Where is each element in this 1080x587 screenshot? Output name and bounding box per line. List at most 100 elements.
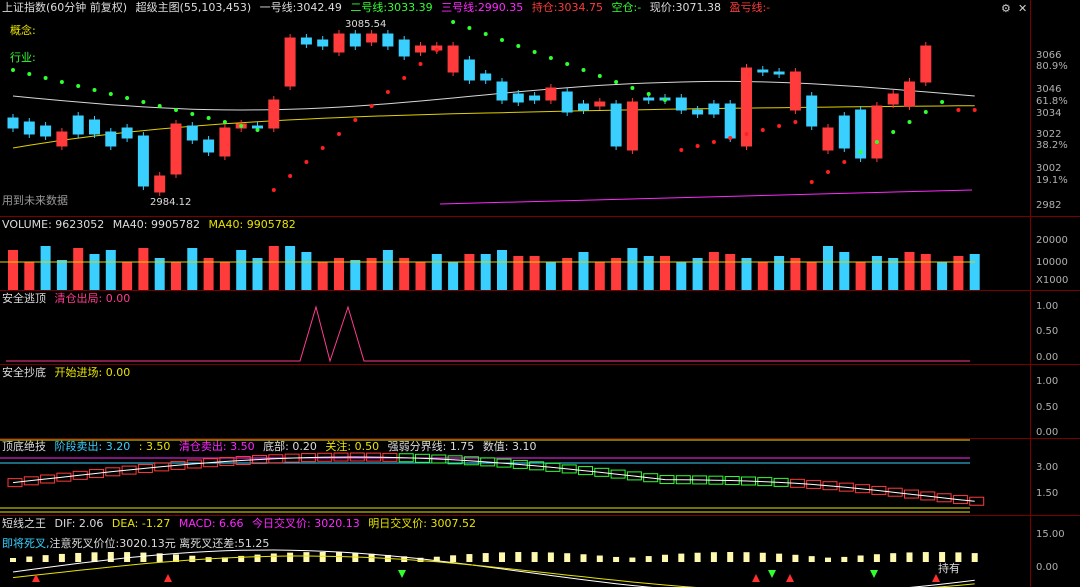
sar-dot — [108, 92, 113, 96]
candle — [561, 91, 573, 113]
y-label: 3034 — [1036, 108, 1062, 119]
volume-title: VOLUME: — [2, 218, 52, 231]
volume-bar — [823, 246, 833, 290]
y-label: 3046 — [1036, 84, 1062, 95]
sar-dot — [972, 108, 977, 112]
volume-value: 9623052 — [55, 218, 105, 231]
sar-dot — [467, 26, 472, 30]
volume-bar — [415, 262, 426, 290]
candle — [773, 71, 785, 75]
candle — [545, 87, 557, 101]
sar-dot — [907, 120, 912, 124]
topbottom-header: 顶底绝技 阶段卖出: 3.20 : 3.50 清仓卖出: 3.50 底部: 0.… — [2, 440, 542, 453]
candle — [105, 131, 117, 147]
close-icon[interactable]: ✕ — [1018, 2, 1027, 15]
settings-icon[interactable]: ⚙ — [1001, 2, 1011, 15]
main-candlestick-chart[interactable] — [0, 0, 1030, 216]
volume-bar — [236, 250, 247, 290]
macd-bar — [678, 553, 685, 562]
future-data-note: 用到未来数据 — [2, 194, 68, 207]
y-label: 3022 — [1036, 129, 1062, 140]
y-label: 15.00 — [1036, 529, 1065, 540]
volume-bar — [203, 258, 214, 290]
y-label: 3.00 — [1036, 462, 1059, 473]
volume-bar — [594, 262, 605, 290]
empty-value: - — [637, 1, 642, 14]
hold-label: 持仓: — [531, 1, 558, 14]
volume-bar — [920, 254, 931, 290]
macd-bar — [596, 555, 603, 562]
sar-dot — [679, 148, 684, 152]
macd-bar — [531, 552, 538, 562]
candle — [382, 33, 394, 47]
candle — [578, 103, 589, 111]
focus-label: 关注: — [325, 440, 352, 453]
volume-bar — [953, 256, 964, 290]
sar-dot — [434, 48, 439, 52]
sar-dot — [581, 68, 586, 72]
macd-bar — [613, 556, 620, 562]
sar-dot — [842, 160, 847, 164]
low-annotation: 2984.12 — [150, 197, 192, 208]
sar-dot — [891, 130, 896, 134]
candle — [56, 131, 68, 147]
sar-dot — [337, 132, 341, 136]
volume-bar — [888, 258, 899, 290]
volume-bar — [464, 254, 475, 290]
sar-dot — [777, 124, 782, 128]
safe-bottom-panel[interactable]: 安全抄底 开始进场: 0.00 1.00 0.50 0.00 — [0, 365, 1080, 438]
dif-value: 2.06 — [78, 517, 104, 530]
candle — [23, 121, 35, 135]
volume-bar — [366, 258, 377, 290]
sar-dot — [271, 188, 276, 192]
escape-top-panel[interactable]: 安全逃顶 清仓出局: 0.00 1.00 0.50 0.00 — [0, 291, 1080, 364]
sar-dot — [76, 84, 81, 88]
profit-value: - — [766, 1, 771, 14]
candle — [284, 37, 296, 87]
volume-bar — [431, 254, 442, 290]
sar-dot — [451, 20, 456, 24]
sar-dot — [418, 62, 423, 66]
volume-bar — [871, 256, 882, 290]
escape-signal-value: 0.00 — [105, 292, 131, 305]
macd-bar — [515, 552, 522, 562]
indicator-name[interactable]: 超级主图(55,103,453) — [136, 1, 252, 14]
candle — [219, 127, 231, 157]
macd-bar — [580, 554, 587, 562]
main-chart-panel[interactable]: 上证指数(60分钟 前复权) 超级主图(55,103,453) 一号线:3042… — [0, 0, 1080, 216]
volume-bar — [122, 262, 133, 290]
volume-ma-value: 9905782 — [151, 218, 200, 231]
bottom-signal-value: 0.00 — [105, 366, 131, 379]
candle — [447, 45, 459, 73]
focus-value: 0.50 — [354, 440, 380, 453]
escape-signal-label: 清仓出局: — [54, 292, 103, 305]
bottom-title: 安全抄底 — [2, 366, 46, 379]
sar-dot — [369, 104, 374, 108]
candle — [643, 97, 655, 101]
y-label: 61.8% — [1036, 96, 1068, 107]
candle — [610, 103, 622, 147]
short-note: 即将死叉,注意死叉价位:3020.13元 离死叉还差:51.25 — [2, 535, 269, 551]
topbottom-title: 顶底绝技 — [2, 440, 46, 453]
macd-bar — [645, 556, 652, 562]
volume-bar — [529, 256, 540, 290]
candle — [594, 101, 606, 107]
candle — [904, 81, 915, 107]
volume-bar — [89, 254, 100, 290]
volume-panel[interactable]: VOLUME: 9623052 MA40: 9905782 MA40: 9905… — [0, 217, 1080, 290]
volume-bar — [643, 256, 654, 290]
escape-top-chart[interactable] — [0, 291, 1030, 364]
macd-bar — [26, 556, 33, 562]
candle — [822, 127, 834, 151]
candle — [529, 95, 541, 101]
line1-label: 一号线: — [259, 1, 297, 14]
stage-value1: 3.20 — [105, 440, 131, 453]
short-king-panel[interactable]: 短线之王 DIF: 2.06 DEA: -1.27 MACD: 6.66 今日交… — [0, 516, 1080, 587]
line2-value: 3033.39 — [387, 1, 433, 14]
macd-bar — [466, 554, 473, 562]
y-label: 1.00 — [1036, 301, 1059, 312]
candle — [838, 115, 850, 149]
topbottom-panel[interactable]: 顶底绝技 阶段卖出: 3.20 : 3.50 清仓卖出: 3.50 底部: 0.… — [0, 439, 1080, 515]
ma-line-white — [12, 80, 975, 111]
volume-ma-label: MA40: — [112, 218, 148, 231]
